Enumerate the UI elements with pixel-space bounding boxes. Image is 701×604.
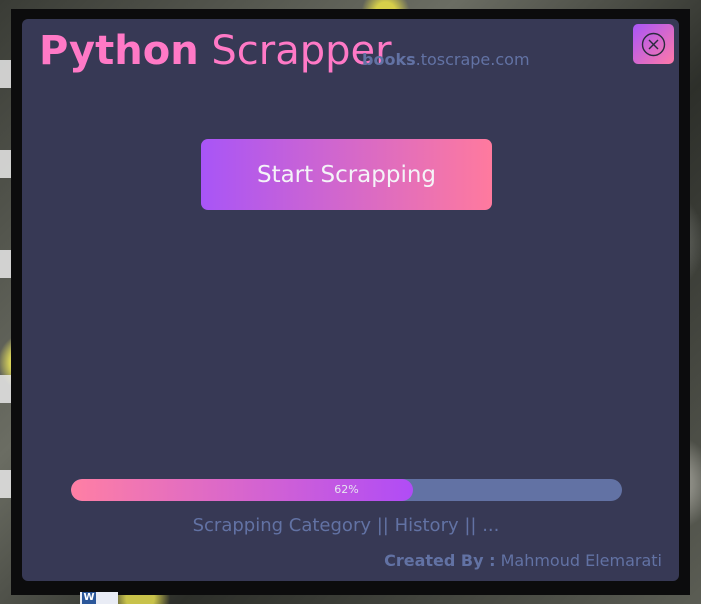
start-scrapping-button[interactable]: Start Scrapping <box>201 139 492 210</box>
nav-links: Scrapping Category || History || ... <box>22 515 670 536</box>
nav-separator: || <box>371 515 395 536</box>
site-label: books.toscrape.com <box>362 50 530 69</box>
site-label-rest: .toscrape.com <box>415 50 530 69</box>
app-title-bold: Python <box>39 28 199 74</box>
credits: Created By : Mahmoud Elemarati <box>384 551 662 570</box>
progress-bar: 62% <box>71 479 622 501</box>
created-by-label: Created By : <box>384 551 496 570</box>
app-title: Python Scrapper <box>39 27 392 75</box>
nav-link-scrapping-category[interactable]: Scrapping Category <box>193 515 371 536</box>
progress-label: 62% <box>334 483 359 496</box>
word-icon: W <box>82 592 96 604</box>
nav-separator: || <box>458 515 483 536</box>
nav-link-more[interactable]: ... <box>482 515 499 536</box>
site-label-bold: books <box>362 50 416 69</box>
author-name: Mahmoud Elemarati <box>500 551 662 570</box>
close-circle-icon <box>641 32 666 57</box>
nav-link-history[interactable]: History <box>395 515 459 536</box>
word-taskbar-icon[interactable]: W <box>80 592 118 604</box>
scrapper-window: Python Scrapper books.toscrape.com Start… <box>22 19 679 581</box>
close-button[interactable] <box>633 24 674 64</box>
